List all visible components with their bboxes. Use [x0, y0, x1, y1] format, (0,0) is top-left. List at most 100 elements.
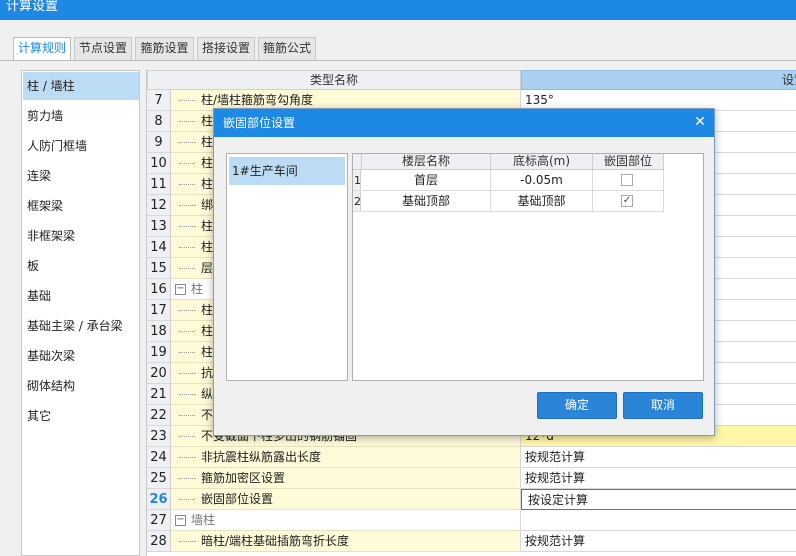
- elevation-cell[interactable]: 基础顶部: [491, 191, 593, 212]
- list-item-coupling-beam[interactable]: 连梁: [23, 162, 139, 190]
- embed-cell: ✓: [593, 191, 664, 212]
- embed-checkbox-checked[interactable]: ✓: [621, 195, 633, 207]
- col-embed-position: 嵌固部位: [593, 154, 664, 170]
- row-number: 20: [147, 363, 171, 384]
- type-name-text: 墙柱: [191, 513, 216, 527]
- type-name-text: 暗柱/端柱基础插筋弯折长度: [201, 534, 350, 548]
- type-name-cell: 箍筋加密区设置: [171, 468, 521, 489]
- row-number: 21: [147, 384, 171, 405]
- table-row[interactable]: 25 箍筋加密区设置 按规范计算: [147, 468, 796, 489]
- type-name-text: 柱/墙柱箍筋弯勾角度: [201, 93, 314, 107]
- type-name-text: 柱: [201, 177, 214, 191]
- building-item[interactable]: 1#生产车间: [229, 157, 345, 185]
- embed-checkbox[interactable]: [621, 174, 633, 186]
- row-number: 14: [147, 237, 171, 258]
- table-row[interactable]: 24 非抗震柱纵筋露出长度 按规范计算: [147, 447, 796, 468]
- setting-value-cell[interactable]: 按规范计算: [521, 447, 796, 468]
- table-corner: [353, 154, 362, 170]
- list-item-column[interactable]: 柱 / 墙柱: [23, 72, 139, 100]
- header-setting: 设置: [521, 70, 796, 90]
- floor-name-cell[interactable]: 首层: [362, 170, 491, 191]
- type-name-text: 箍筋加密区设置: [201, 471, 286, 485]
- group-name-cell: − 墙柱: [171, 510, 521, 531]
- building-list: 1#生产车间: [226, 153, 348, 381]
- tab-node-settings[interactable]: 节点设置: [74, 37, 132, 60]
- row-number: 9: [147, 132, 171, 153]
- close-icon[interactable]: ✕: [692, 114, 708, 130]
- tab-calc-rules[interactable]: 计算规则: [13, 37, 71, 61]
- tab-stirrup-settings[interactable]: 箍筋设置: [135, 37, 194, 60]
- window-title: 计算设置: [0, 0, 796, 20]
- type-name-text: 柱: [201, 303, 214, 317]
- cancel-button[interactable]: 取消: [623, 392, 703, 419]
- table-row[interactable]: 26 嵌固部位设置 按设定计算: [147, 489, 796, 510]
- type-name-text: 抗: [201, 366, 214, 380]
- type-name-text: 柱: [201, 324, 214, 338]
- list-item-other[interactable]: 其它: [23, 402, 139, 430]
- floor-table: 楼层名称 底标高(m) 嵌固部位 1 首层 -0.05m 2 基础顶部 基础顶部…: [352, 153, 704, 381]
- header-type-name: 类型名称: [147, 70, 521, 90]
- row-number: 25: [147, 468, 171, 489]
- type-name-text: 不: [201, 408, 214, 422]
- collapse-icon[interactable]: −: [175, 515, 186, 526]
- type-name-text: 纵: [201, 387, 214, 401]
- type-name-text: 层: [201, 261, 214, 275]
- row-number: 27: [147, 510, 171, 531]
- list-item-foundation-main-beam[interactable]: 基础主梁 / 承台梁: [23, 312, 139, 340]
- row-number: 7: [147, 90, 171, 111]
- type-name-text: 柱: [201, 219, 214, 233]
- row-number: 2: [353, 191, 361, 212]
- row-number: 26: [147, 489, 171, 510]
- type-name-cell: 嵌固部位设置: [171, 489, 521, 510]
- row-number: 16: [147, 279, 171, 300]
- embed-position-dialog: 嵌固部位设置 ✕ 1#生产车间 楼层名称 底标高(m) 嵌固部位 1 首层 -0…: [213, 108, 715, 436]
- list-item-civil-defense-wall[interactable]: 人防门框墙: [23, 132, 139, 160]
- tab-lap-settings[interactable]: 搭接设置: [197, 37, 255, 60]
- row-number: 12: [147, 195, 171, 216]
- list-item-frame-beam[interactable]: 框架梁: [23, 192, 139, 220]
- list-item-non-frame-beam[interactable]: 非框架梁: [23, 222, 139, 250]
- type-name-text: 绑: [201, 198, 214, 212]
- type-name-cell: 暗柱/端柱基础插筋弯折长度: [171, 531, 521, 552]
- elevation-cell[interactable]: -0.05m: [491, 170, 593, 191]
- table-row[interactable]: 27− 墙柱: [147, 510, 796, 531]
- component-list: 柱 / 墙柱 剪力墙 人防门框墙 连梁 框架梁 非框架梁 板 基础 基础主梁 /…: [21, 70, 140, 556]
- type-name-text: 嵌固部位设置: [201, 492, 274, 506]
- row-number: 17: [147, 300, 171, 321]
- floor-name-cell[interactable]: 基础顶部: [362, 191, 491, 212]
- setting-value-cell[interactable]: 按规范计算: [521, 531, 796, 552]
- row-number: 19: [147, 342, 171, 363]
- list-item-slab[interactable]: 板: [23, 252, 139, 280]
- setting-value-cell[interactable]: 按规范计算: [521, 468, 796, 489]
- tab-bar: 计算规则 节点设置 箍筋设置 搭接设置 箍筋公式: [0, 20, 796, 61]
- list-item-foundation-secondary-beam[interactable]: 基础次梁: [23, 342, 139, 370]
- col-bottom-elevation: 底标高(m): [491, 154, 593, 170]
- dialog-title: 嵌固部位设置: [214, 109, 714, 137]
- row-number: 28: [147, 531, 171, 552]
- type-name-text: 柱: [201, 240, 214, 254]
- row-number: 23: [147, 426, 171, 447]
- row-number: 13: [147, 216, 171, 237]
- embed-cell: [593, 170, 664, 191]
- row-number: 1: [353, 170, 361, 191]
- type-name-text: 柱: [201, 345, 214, 359]
- list-item-masonry[interactable]: 砌体结构: [23, 372, 139, 400]
- type-name-text: 非抗震柱纵筋露出长度: [201, 450, 322, 464]
- collapse-icon[interactable]: −: [175, 284, 186, 295]
- ok-button[interactable]: 确定: [537, 392, 617, 419]
- list-item-shear-wall[interactable]: 剪力墙: [23, 102, 139, 130]
- row-number: 15: [147, 258, 171, 279]
- type-name-cell: 非抗震柱纵筋露出长度: [171, 447, 521, 468]
- type-name-text: 柱: [201, 114, 214, 128]
- table-row[interactable]: 28 暗柱/端柱基础插筋弯折长度 按规范计算: [147, 531, 796, 552]
- row-number: 18: [147, 321, 171, 342]
- col-floor-name: 楼层名称: [362, 154, 491, 170]
- setting-value-cell[interactable]: [521, 510, 796, 531]
- tab-stirrup-formula[interactable]: 箍筋公式: [258, 37, 316, 60]
- row-number: 22: [147, 405, 171, 426]
- type-name-text: 柱: [191, 282, 204, 296]
- type-name-text: 柱: [201, 156, 214, 170]
- row-number: 11: [147, 174, 171, 195]
- setting-value-cell[interactable]: 按设定计算: [521, 489, 796, 510]
- list-item-foundation[interactable]: 基础: [23, 282, 139, 310]
